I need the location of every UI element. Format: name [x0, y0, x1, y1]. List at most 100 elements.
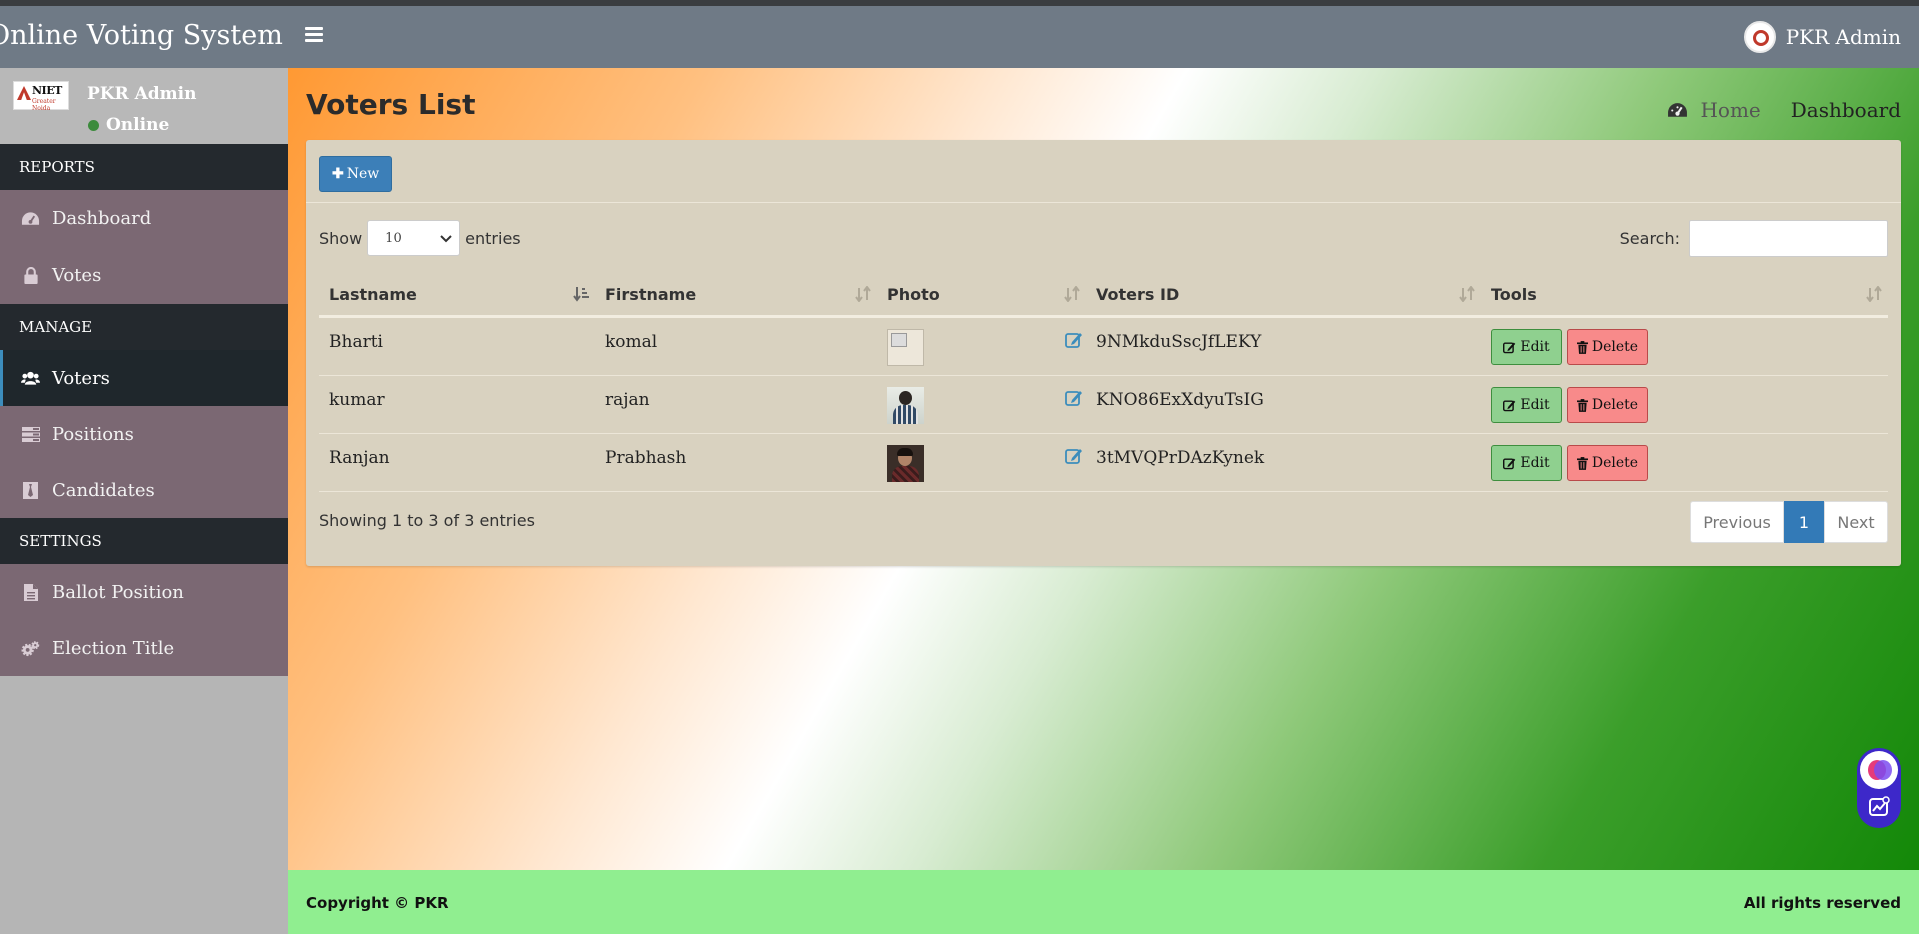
- delete-button[interactable]: Delete: [1567, 329, 1648, 365]
- box-header: ✚ New: [306, 140, 1901, 203]
- sidebar-item-ballot-position[interactable]: Ballot Position: [0, 564, 288, 620]
- pagination-previous[interactable]: Previous: [1690, 501, 1784, 543]
- assistant-logo-icon[interactable]: [1860, 751, 1898, 789]
- dashboard-icon: [1668, 102, 1688, 117]
- user-status: Online: [88, 115, 169, 135]
- sidebar-item-dashboard[interactable]: Dashboard: [0, 190, 288, 247]
- search-input[interactable]: [1689, 220, 1888, 257]
- sort-icon: [1064, 286, 1080, 302]
- sidebar-item-label: Ballot Position: [52, 581, 184, 603]
- voter-photo: [887, 445, 924, 482]
- column-header-lastname[interactable]: Lastname: [319, 271, 595, 318]
- sidebar-item-election-title[interactable]: Election Title: [0, 620, 288, 676]
- chart-image-icon[interactable]: [1868, 796, 1890, 818]
- edit-icon: [1503, 399, 1516, 411]
- sidebar-item-label: Positions: [52, 423, 134, 445]
- user-status-label: Online: [106, 115, 170, 135]
- new-button-label: New: [346, 166, 380, 182]
- user-panel: NIET Greater Noida PKR Admin Online: [0, 68, 288, 144]
- sort-ascending-icon: [573, 287, 589, 302]
- nav-group-manage: Voters Positions Candidates: [0, 350, 288, 518]
- table-row: kumar rajan KNO86ExXdyuTsIG Edit Delete: [319, 376, 1888, 434]
- chevron-down-icon: [440, 235, 452, 243]
- brand-logo[interactable]: Online Voting System: [0, 6, 288, 68]
- cell-firstname: komal: [605, 332, 658, 352]
- edit-icon: [1503, 457, 1516, 469]
- nav-group-reports: Dashboard Votes: [0, 190, 288, 304]
- sidebar: NIET Greater Noida PKR Admin Online REPO…: [0, 68, 288, 934]
- sort-icon: [855, 286, 871, 302]
- edit-button[interactable]: Edit: [1491, 445, 1562, 481]
- table-row: Bharti komal 9NMkduSscJfLEKY Edit Delete: [319, 318, 1888, 376]
- entries-select[interactable]: 10: [367, 220, 461, 256]
- edit-photo-icon[interactable]: [1065, 389, 1083, 407]
- dashboard-icon: [21, 210, 40, 228]
- lock-icon: [21, 267, 40, 285]
- top-navbar: Online Voting System PKR Admin: [0, 6, 1919, 68]
- file-icon: [21, 583, 40, 601]
- nav-header-settings: SETTINGS: [0, 518, 288, 564]
- black-tie-icon: [21, 481, 40, 499]
- breadcrumb-current: Dashboard: [1790, 98, 1901, 122]
- entries-select-value: 10: [385, 230, 402, 246]
- table-info: Showing 1 to 3 of 3 entries: [319, 511, 535, 530]
- sidebar-item-votes[interactable]: Votes: [0, 247, 288, 304]
- breadcrumb-home-link[interactable]: Home: [1667, 98, 1761, 122]
- sort-icon: [1459, 286, 1475, 302]
- user-panel-name: PKR Admin: [87, 84, 197, 104]
- pagination-page-1[interactable]: 1: [1784, 501, 1824, 543]
- voters-box: ✚ New Show 10 entries Search: Lastname F…: [306, 140, 1901, 566]
- cell-firstname: Prabhash: [605, 448, 687, 468]
- entries-length-control: Show 10 entries: [319, 220, 521, 256]
- delete-button[interactable]: Delete: [1567, 445, 1648, 481]
- brand-text: Online Voting System: [0, 20, 283, 51]
- column-header-firstname[interactable]: Firstname: [595, 271, 877, 318]
- column-header-photo[interactable]: Photo: [877, 271, 1086, 318]
- hamburger-icon-bar: [305, 27, 323, 30]
- trash-icon: [1576, 456, 1588, 470]
- sidebar-item-label: Dashboard: [52, 208, 152, 229]
- pagination-next[interactable]: Next: [1824, 501, 1888, 543]
- main-content: Voters List Home Dashboard ✚ New Show 10…: [288, 68, 1919, 870]
- plus-icon: ✚: [332, 166, 344, 182]
- show-label: Show: [319, 228, 363, 248]
- users-icon: [21, 369, 40, 387]
- user-menu[interactable]: PKR Admin: [1743, 20, 1901, 54]
- cell-firstname: rajan: [605, 390, 650, 410]
- cell-voters-id: 3tMVQPrDAzKynek: [1096, 448, 1265, 468]
- sidebar-toggle-button[interactable]: [305, 27, 323, 45]
- edit-button[interactable]: Edit: [1491, 387, 1562, 423]
- sort-icon: [1866, 286, 1882, 302]
- cell-voters-id: 9NMkduSscJfLEKY: [1096, 332, 1262, 352]
- sidebar-item-label: Candidates: [52, 479, 155, 501]
- nav-group-settings: Ballot Position Election Title: [0, 564, 288, 676]
- edit-button[interactable]: Edit: [1491, 329, 1562, 365]
- sidebar-item-candidates[interactable]: Candidates: [0, 462, 288, 518]
- pagination: Previous 1 Next: [1690, 501, 1888, 543]
- sidebar-item-positions[interactable]: Positions: [0, 406, 288, 462]
- cell-voters-id: KNO86ExXdyuTsIG: [1096, 390, 1264, 410]
- column-header-voters-id[interactable]: Voters ID: [1086, 271, 1481, 318]
- sidebar-item-label: Votes: [52, 265, 102, 286]
- new-voter-button[interactable]: ✚ New: [319, 156, 393, 192]
- cell-lastname: Ranjan: [329, 448, 390, 468]
- floating-assistant-widget: [1857, 748, 1901, 828]
- edit-photo-icon[interactable]: [1065, 331, 1083, 349]
- table-header-row: Lastname Firstname Photo Voters ID Tools: [319, 271, 1888, 318]
- user-menu-name: PKR Admin: [1785, 25, 1901, 49]
- footer-copyright: Copyright © PKR: [306, 894, 449, 912]
- edit-photo-icon[interactable]: [1065, 447, 1083, 465]
- entries-label: entries: [465, 228, 521, 248]
- delete-button[interactable]: Delete: [1567, 387, 1648, 423]
- cogs-icon: [21, 639, 40, 657]
- trash-icon: [1576, 340, 1588, 354]
- institution-logo: NIET Greater Noida: [13, 81, 69, 112]
- edit-icon: [1503, 341, 1516, 353]
- cell-lastname: kumar: [329, 390, 385, 410]
- footer-rights: All rights reserved: [1743, 894, 1901, 912]
- column-header-tools[interactable]: Tools: [1481, 271, 1888, 318]
- table-search: Search:: [1620, 220, 1888, 257]
- voters-table: Lastname Firstname Photo Voters ID Tools: [319, 271, 1888, 492]
- voter-photo-broken-image: [887, 329, 924, 366]
- sidebar-item-voters[interactable]: Voters: [0, 350, 288, 406]
